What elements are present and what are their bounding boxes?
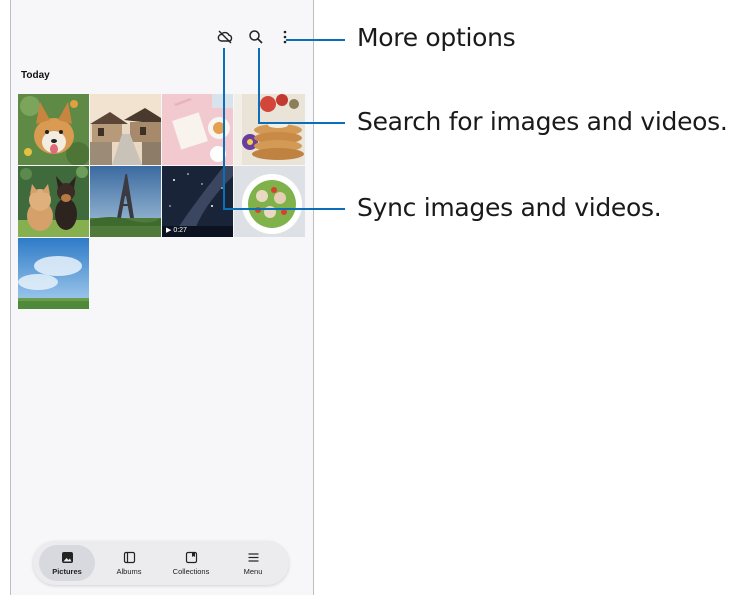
- callout-search: Search for images and videos.: [357, 107, 728, 136]
- callout-lines: [223, 39, 345, 210]
- callout-sync: Sync images and videos.: [357, 193, 662, 222]
- callout-more-options: More options: [357, 23, 516, 52]
